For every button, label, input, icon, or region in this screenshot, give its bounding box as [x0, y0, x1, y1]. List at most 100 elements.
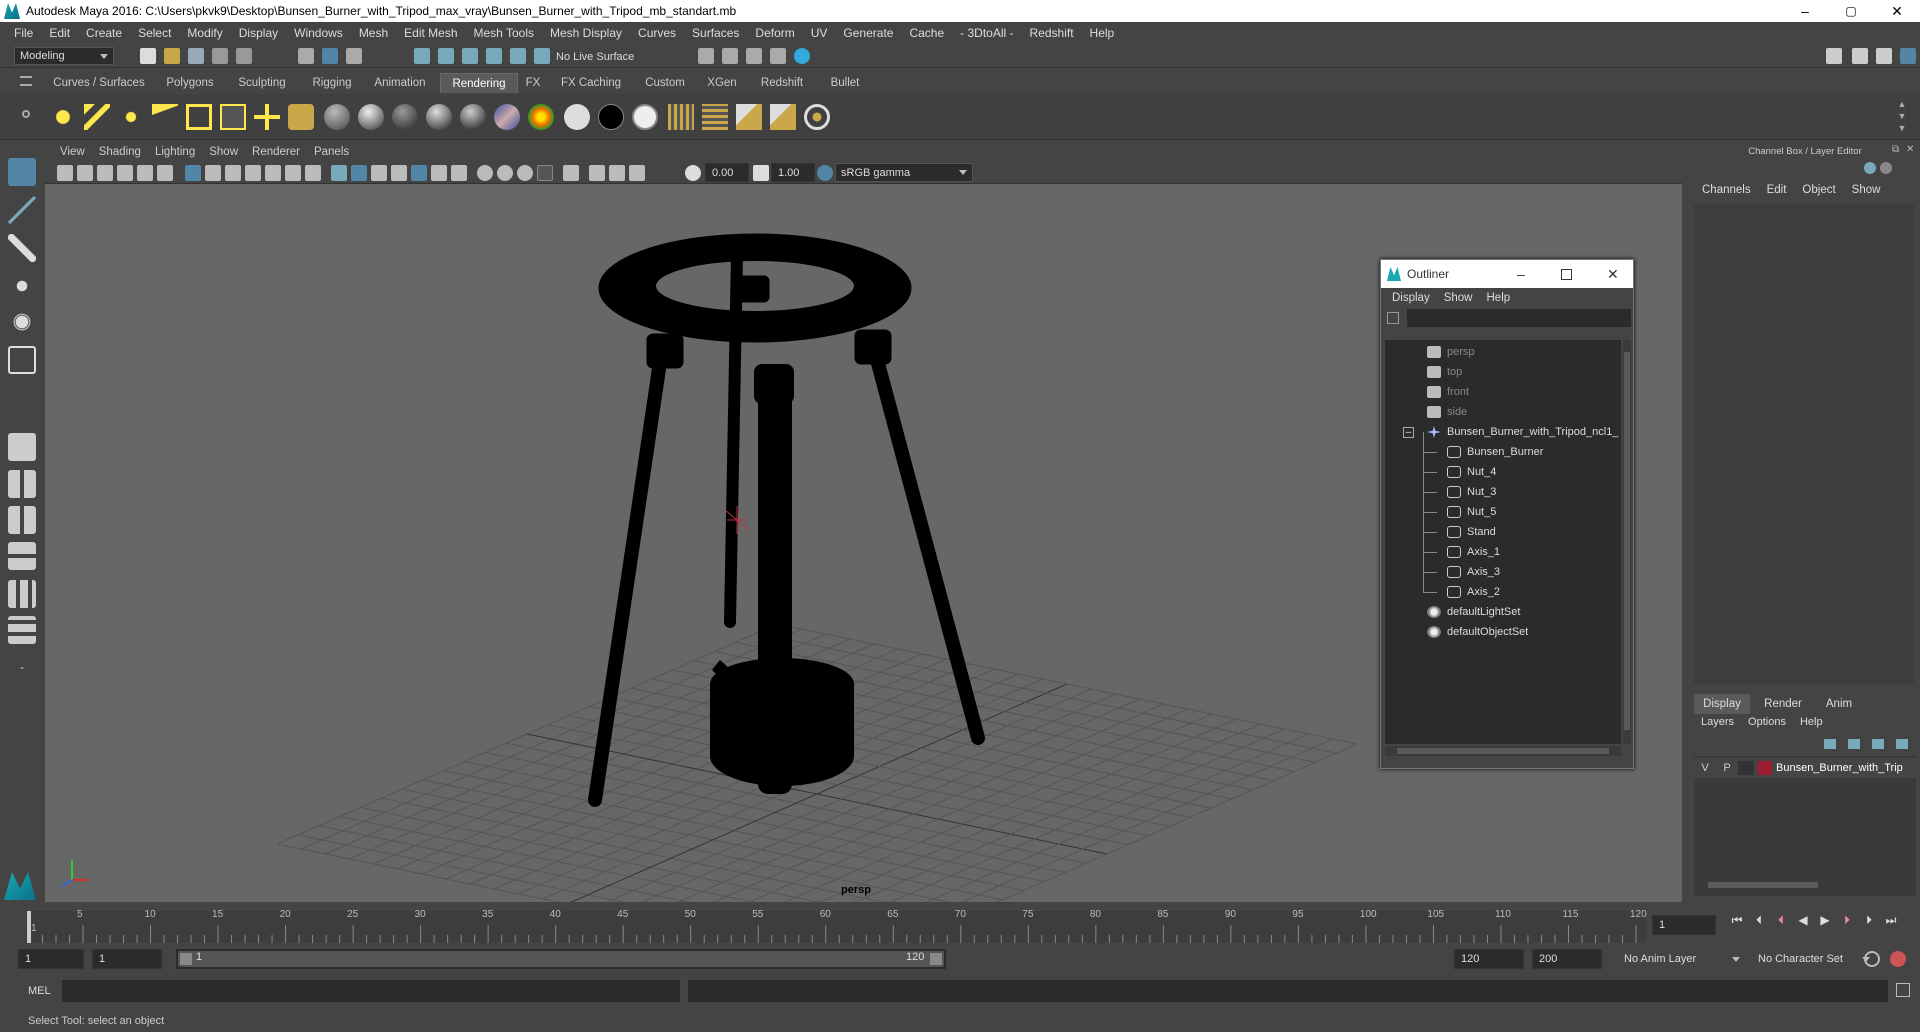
bookmark-icon[interactable]: [97, 165, 113, 181]
grease-pencil-icon[interactable]: [157, 165, 173, 181]
outliner-item[interactable]: Nut_4: [1423, 462, 1496, 482]
outliner-item[interactable]: defaultObjectSet: [1427, 622, 1528, 642]
collapse-toolbox-icon[interactable]: -: [8, 654, 36, 682]
four-view-layout-icon[interactable]: [8, 470, 36, 498]
render-settings-icon[interactable]: [698, 48, 714, 64]
close-panel-icon[interactable]: ✕: [1906, 144, 1914, 155]
layer-editor-option-icon[interactable]: [1880, 162, 1892, 174]
safe-title-icon[interactable]: [305, 165, 321, 181]
gamma-icon[interactable]: [753, 165, 769, 181]
step-forward-key-icon[interactable]: ⏵: [1840, 913, 1854, 927]
layer-tab-render[interactable]: Render: [1754, 694, 1812, 714]
animation-start-field[interactable]: 1: [18, 949, 84, 969]
scale-tool-icon[interactable]: [8, 346, 36, 374]
channel-box-menu-object[interactable]: Object: [1794, 184, 1843, 196]
snap-view-icon[interactable]: [486, 48, 502, 64]
outliner-menu-show[interactable]: Show: [1437, 292, 1480, 304]
rotate-tool-icon[interactable]: [8, 308, 36, 336]
outliner-layout-icon[interactable]: [8, 616, 36, 644]
wireframe-on-shaded-icon[interactable]: [371, 165, 387, 181]
layer-list[interactable]: V P Bunsen_Burner_with_Trip: [1694, 756, 1916, 896]
play-backwards-icon[interactable]: ◀: [1796, 913, 1810, 927]
outliner-title-bar[interactable]: Outliner – ✕: [1381, 260, 1633, 288]
step-back-frame-icon[interactable]: ⏴: [1752, 913, 1766, 927]
channel-box-toggle-icon[interactable]: [1900, 48, 1916, 64]
shelf-tab-xgen[interactable]: XGen: [700, 73, 744, 93]
render-current-frame-icon[interactable]: [668, 104, 694, 130]
gamma-field[interactable]: 1.00: [771, 163, 815, 182]
outliner-horizontal-scrollbar[interactable]: [1385, 746, 1621, 756]
save-scene-icon[interactable]: [188, 48, 204, 64]
outliner-item[interactable]: Axis_1: [1423, 542, 1500, 562]
menu-create[interactable]: Create: [78, 26, 130, 40]
attribute-editor-icon[interactable]: [1852, 48, 1868, 64]
open-scene-icon[interactable]: [164, 48, 180, 64]
shelf-tab-rendering[interactable]: Rendering: [440, 73, 518, 93]
range-slider-track[interactable]: 1 120: [176, 949, 946, 969]
collapse-toggle-icon[interactable]: –: [1403, 426, 1414, 438]
shelf-tab-custom[interactable]: Custom: [636, 73, 694, 93]
shelf-tab-polygons[interactable]: Polygons: [156, 73, 224, 93]
step-forward-frame-icon[interactable]: ⏵: [1862, 913, 1876, 927]
outliner-item[interactable]: front: [1427, 382, 1469, 402]
outliner-search-input[interactable]: [1407, 309, 1631, 327]
motion-blur-icon[interactable]: [497, 165, 513, 181]
safe-action-icon[interactable]: [285, 165, 301, 181]
move-tool-icon[interactable]: [8, 272, 36, 300]
channel-box-menu-channels[interactable]: Channels: [1694, 184, 1759, 196]
surface-shader-icon[interactable]: [564, 104, 590, 130]
outliner-menu-help[interactable]: Help: [1480, 292, 1518, 304]
outliner-menu-display[interactable]: Display: [1385, 292, 1437, 304]
close-icon[interactable]: ✕: [1607, 266, 1619, 283]
menu-redshift[interactable]: Redshift: [1022, 26, 1082, 40]
layer-horizontal-scrollbar[interactable]: [1698, 880, 1912, 890]
select-by-hierarchy-icon[interactable]: [298, 48, 314, 64]
select-by-component-icon[interactable]: [346, 48, 362, 64]
render-frame-icon[interactable]: [722, 48, 738, 64]
step-back-key-icon[interactable]: ⏴: [1774, 913, 1788, 927]
go-to-start-icon[interactable]: ⏮: [1730, 913, 1744, 927]
redo-icon[interactable]: [236, 48, 252, 64]
channel-box-option-icon[interactable]: [1864, 162, 1876, 174]
camera-icon[interactable]: [288, 104, 314, 130]
shelf-menu-icon[interactable]: [20, 76, 32, 86]
grid-toggle-icon[interactable]: [185, 165, 201, 181]
float-panel-icon[interactable]: ⧉: [1892, 144, 1899, 155]
menu-generate[interactable]: Generate: [835, 26, 901, 40]
wireframe-icon[interactable]: [331, 165, 347, 181]
outliner-item[interactable]: Stand: [1423, 522, 1496, 542]
ambient-light-icon[interactable]: [50, 104, 76, 130]
isolate-select-icon[interactable]: [563, 165, 579, 181]
tool-settings-icon[interactable]: [1876, 48, 1892, 64]
phong-material-icon[interactable]: [392, 104, 418, 130]
ramp-shader-icon[interactable]: [528, 104, 554, 130]
shelf-tab-curves-surfaces[interactable]: Curves / Surfaces: [44, 73, 154, 93]
outliner-item[interactable]: persp: [1427, 342, 1475, 362]
shadows-icon[interactable]: [431, 165, 447, 181]
scrollbar-thumb[interactable]: [1624, 352, 1630, 730]
field-chart-icon[interactable]: [265, 165, 281, 181]
menu-mesh-display[interactable]: Mesh Display: [542, 26, 630, 40]
undo-icon[interactable]: [212, 48, 228, 64]
2d-pan-zoom-icon[interactable]: [137, 165, 153, 181]
outliner-item[interactable]: top: [1427, 362, 1462, 382]
animation-end-field[interactable]: 200: [1532, 949, 1602, 969]
resolution-gate-icon[interactable]: [225, 165, 241, 181]
shelf-tab-redshift[interactable]: Redshift: [752, 73, 812, 93]
play-forwards-icon[interactable]: ▶: [1818, 913, 1832, 927]
filter-icon[interactable]: [1387, 312, 1399, 324]
select-camera-icon[interactable]: [57, 165, 73, 181]
viewport-menu-show[interactable]: Show: [202, 146, 245, 158]
channel-box-menu-show[interactable]: Show: [1844, 184, 1889, 196]
outliner-item[interactable]: Nut_3: [1423, 482, 1496, 502]
image-plane-icon[interactable]: [117, 165, 133, 181]
anisotropic-material-icon[interactable]: [460, 104, 486, 130]
exposure-icon[interactable]: [685, 165, 701, 181]
minimize-icon[interactable]: –: [1517, 266, 1525, 282]
blinn-material-icon[interactable]: [358, 104, 384, 130]
menu-3dtoall[interactable]: - 3DtoAll -: [952, 26, 1021, 40]
menu-surfaces[interactable]: Surfaces: [684, 26, 747, 40]
render-view-icon[interactable]: [770, 48, 786, 64]
range-start-handle[interactable]: [180, 953, 192, 965]
menu-edit-mesh[interactable]: Edit Mesh: [396, 26, 465, 40]
